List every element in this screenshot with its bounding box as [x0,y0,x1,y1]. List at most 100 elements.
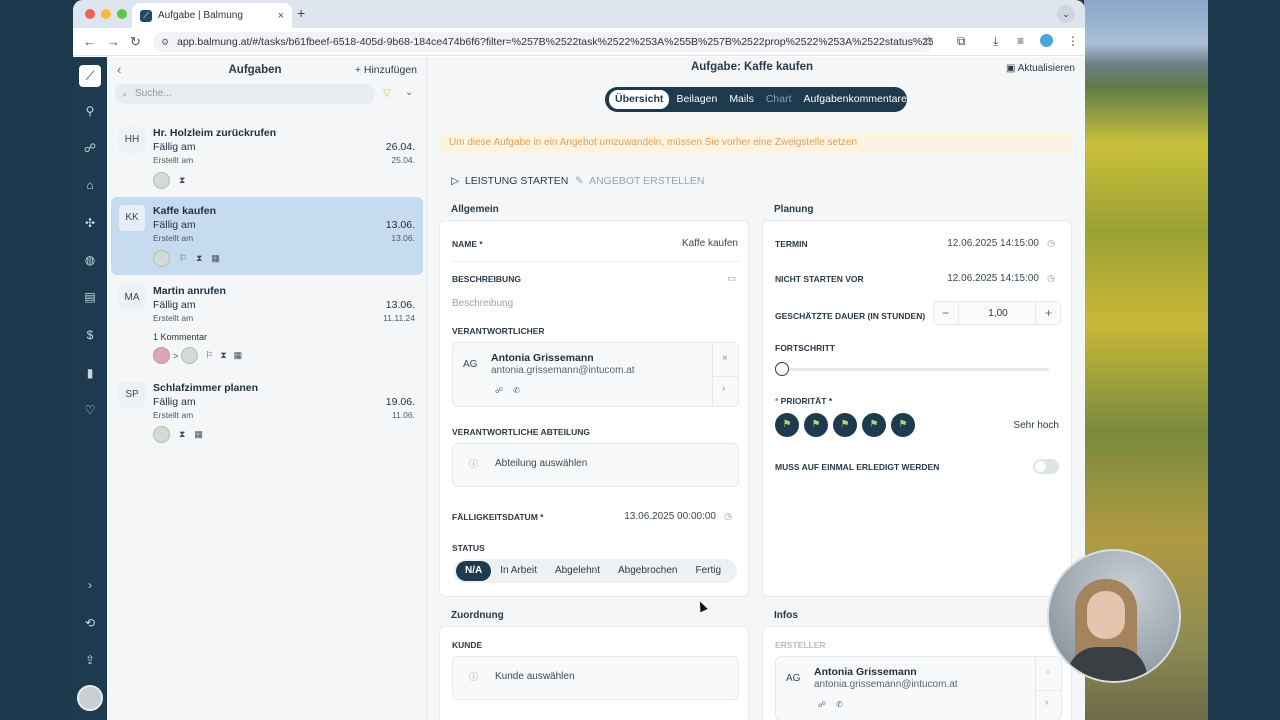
task-due-label: Fällig am [153,299,196,311]
user-avatar[interactable] [77,685,103,711]
start-service-button[interactable]: ▷ LEISTUNG STARTEN [451,175,568,187]
edit-description-icon[interactable]: ▭ [727,273,736,284]
task-search-input[interactable]: ⌕ Suche... [115,84,375,104]
tab-chart[interactable]: Chart [760,90,798,109]
extensions-icon[interactable]: ⧉ [957,34,966,49]
nav-shopping-bag-icon[interactable]: ⌂ [80,175,100,195]
open-creator-chevron-icon[interactable]: › [1045,697,1048,708]
share-icon[interactable]: ⟲ [80,613,100,633]
people-icon[interactable]: ☍ [495,386,513,395]
nav-hub-icon[interactable]: ✣ [80,213,100,233]
create-offer-button[interactable]: ✎ ANGEBOT ERSTELLEN [575,175,704,187]
window-close-button[interactable] [85,9,95,19]
menu-kebab-icon[interactable]: ⋮ [1067,34,1079,48]
new-tab-icon[interactable]: + [297,5,305,21]
department-label: VERANTWORTLICHE ABTEILUNG [452,427,591,437]
priority-flag-2-icon[interactable]: ⚑ [804,413,828,437]
app-logo-icon[interactable]: ⟋ [79,65,101,87]
phone-icon[interactable]: ✆ [513,386,530,395]
remove-responsible-icon[interactable]: × [722,353,728,364]
info-circle-icon: ⓘ [469,672,479,682]
status-option-abgelehnt[interactable]: Abgelehnt [546,561,609,581]
priority-flag-1-icon[interactable]: ⚑ [775,413,799,437]
tab-beilagen[interactable]: Beilagen [670,90,723,109]
chevron-down-icon[interactable]: ⌄ [405,87,413,98]
task-detail-panel: Aufgabe: Kaffe kaufen ▣ Aktualisieren Üb… [427,57,1085,720]
download-icon[interactable]: ⤓ [993,34,998,49]
status-option-na[interactable]: N/A [456,561,492,581]
window-minimize-button[interactable] [101,9,111,19]
complete-at-once-toggle[interactable] [1033,459,1059,474]
nav-chart-icon[interactable]: ▮ [80,363,100,383]
appointment-label: TERMIN [775,239,808,249]
upload-icon[interactable]: ⇪ [80,650,100,670]
nav-currency-icon[interactable]: $ [80,325,100,345]
name-value[interactable]: Kaffe kaufen [682,238,738,249]
progress-slider-track[interactable] [779,368,1049,371]
responsible-label: VERANTWORTLICHER [452,326,545,336]
task-created-label: Erstellt am [153,313,194,323]
status-option-fertig[interactable]: Fertig [686,561,730,581]
task-list-item[interactable]: HH Hr. Holzleim zurückrufen Fällig am 26… [111,119,423,195]
nav-document-icon[interactable]: ▤ [80,287,100,307]
department-placeholder: Abteilung auswählen [495,458,588,469]
due-date-value[interactable]: 13.06.2025 00:00:00 [624,511,716,522]
window-maximize-button[interactable] [117,9,127,19]
task-list-item-selected[interactable]: KK Kaffe kaufen Fällig am 13.06. Erstell… [111,197,423,275]
section-allgemein: Allgemein [451,204,499,215]
priority-flag-5-icon[interactable]: ⚑ [891,413,915,437]
clock-icon[interactable]: ◷ [724,511,732,522]
back-arrow-icon[interactable]: ← [83,34,96,49]
department-select[interactable]: ⓘ Abteilung auswählen [452,443,739,487]
tab-uebersicht[interactable]: Übersicht [608,89,671,110]
site-settings-icon[interactable]: ⚙ [161,32,169,52]
description-input[interactable]: Beschreibung [452,298,513,309]
task-list-item[interactable]: MA Martin anrufen Fällig am 13.06. Erste… [111,277,423,369]
browser-toolbar: ← → ↻ ⚙ app.balmung.at/#/tasks/b61fbeef-… [73,28,1085,56]
customer-select[interactable]: ⓘ Kunde auswählen [452,656,739,700]
appointment-value[interactable]: 12.06.2025 14:15:00 [947,238,1039,249]
close-tab-icon[interactable]: × [278,10,284,22]
duration-value[interactable]: 1,00 [934,308,1062,319]
calendar-icon: ▦ [211,253,220,263]
address-bar[interactable]: ⚙ app.balmung.at/#/tasks/b61fbeef-6518-4… [153,32,933,52]
clock-icon[interactable]: ◷ [1047,238,1055,249]
nav-rail: ⟋ ⚲ ☍ ⌂ ✣ ◍ ▤ $ ▮ ♡ › ⟲ ⇪ [73,57,107,720]
task-created-label: Erstellt am [153,233,194,243]
status-option-abgebrochen[interactable]: Abgebrochen [609,561,687,581]
task-initials: HH [119,127,145,153]
open-responsible-chevron-icon[interactable]: › [722,383,725,394]
task-name: Hr. Holzleim zurückrufen [153,127,277,139]
expand-rail-icon[interactable]: › [80,575,100,595]
priority-flag-3-icon[interactable]: ⚑ [833,413,857,437]
status-option-in-arbeit[interactable]: In Arbeit [491,561,546,581]
info-card: ERSTELLER AG Antonia Grissemann antonia.… [762,626,1072,720]
bookmark-star-icon[interactable]: ☆ [923,34,934,48]
browser-tab[interactable]: ⟋ Aufgabe | Balmung × [132,3,292,28]
task-created-date: 11.06. [391,410,415,420]
task-list-item[interactable]: SP Schlafzimmer planen Fällig am 19.06. … [111,374,423,450]
filter-icon[interactable]: ▽ [383,88,391,99]
forward-arrow-icon[interactable]: → [107,34,120,49]
tab-search-chevron-icon[interactable]: ⌄ [1057,5,1075,23]
add-task-button[interactable]: + Hinzufügen [355,64,417,76]
reload-icon[interactable]: ↻ [130,34,141,50]
tab-mails[interactable]: Mails [723,90,760,109]
increment-button[interactable]: + [1045,306,1052,320]
progress-slider-handle[interactable] [775,362,789,376]
clock-icon[interactable]: ◷ [1047,273,1055,284]
not-before-value[interactable]: 12.06.2025 14:15:00 [947,273,1039,284]
start-service-label: LEISTUNG STARTEN [464,175,569,187]
nav-route-icon[interactable]: ⚲ [80,101,100,121]
nav-globe-icon[interactable]: ◍ [80,250,100,270]
refresh-button[interactable]: ▣ Aktualisieren [1006,63,1075,74]
remove-creator-icon[interactable]: × [1045,667,1051,678]
nav-users-icon[interactable]: ☍ [80,138,100,158]
profile-icon[interactable] [1040,34,1053,47]
tab-aufgabenkommentare[interactable]: Aufgabenkommentare [798,90,913,109]
media-icon[interactable]: ≡ [1017,34,1024,48]
people-icon[interactable]: ☍ [818,700,836,709]
priority-flag-4-icon[interactable]: ⚑ [862,413,886,437]
nav-heart-icon[interactable]: ♡ [80,400,100,420]
phone-icon[interactable]: ✆ [836,700,853,709]
